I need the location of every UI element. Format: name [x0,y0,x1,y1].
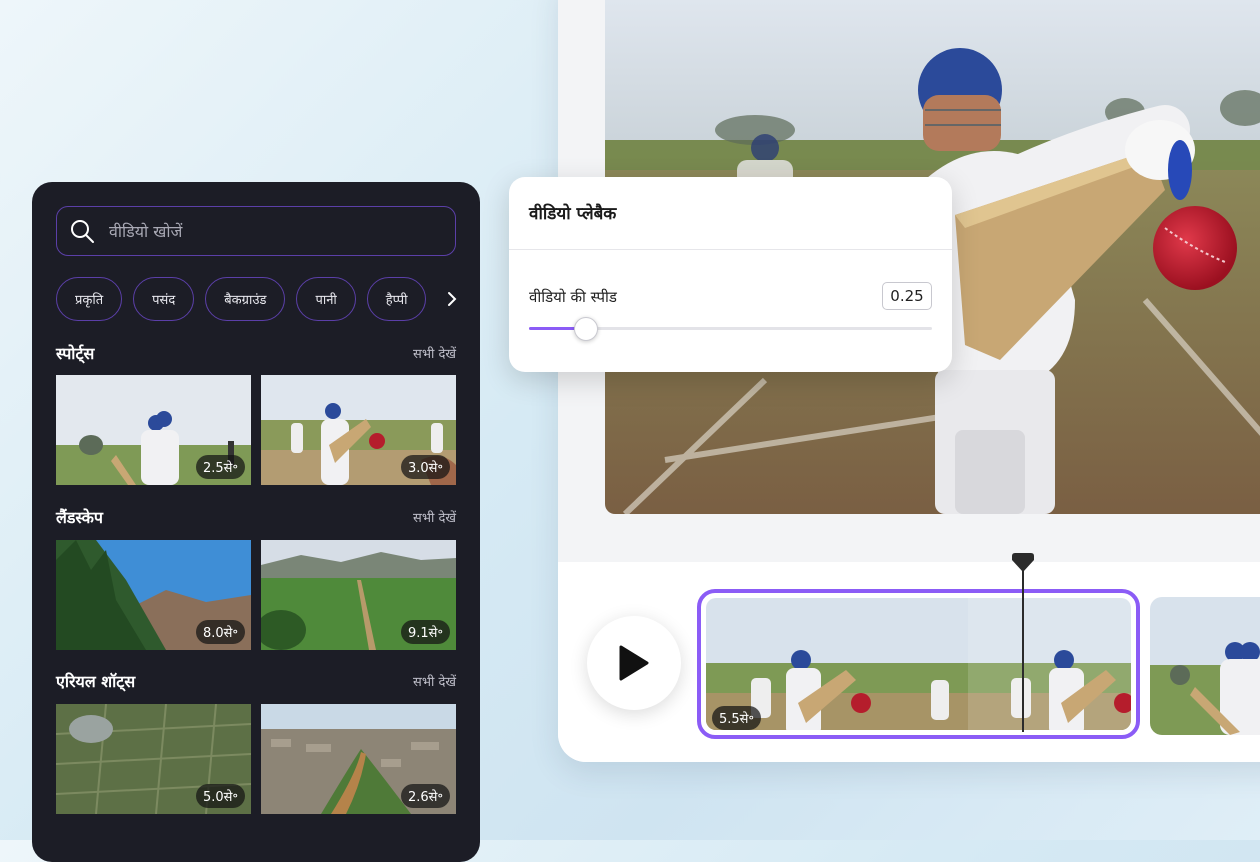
play-icon [619,645,649,681]
video-thumb[interactable]: 2.5से॰ [56,375,251,485]
chip-happy[interactable]: हैप्पी [366,277,427,321]
see-all-landscape-link[interactable]: सभी देखें [413,508,456,526]
chip-favorite[interactable]: पसंद [133,277,195,321]
divider [509,249,952,250]
media-library-panel: प्रकृति पसंद बैकग्राउंड पानी हैप्पी स्पो… [32,182,480,862]
video-thumb[interactable]: 8.0से॰ [56,540,251,650]
duration-badge: 9.1से॰ [400,620,450,644]
see-all-sports-link[interactable]: सभी देखें [413,344,456,362]
video-thumb[interactable]: 2.6से॰ [261,704,456,814]
section-title-sports: स्पोर्ट्स [56,344,95,363]
section-title-aerial: एरियल शॉट्स [56,672,136,691]
duration-badge: 5.0से॰ [195,784,245,808]
chip-water[interactable]: पानी [296,277,356,321]
playback-popup: वीडियो प्लेबैक वीडियो की स्पीड 0.25 [509,177,952,372]
playhead-handle-icon[interactable] [1010,552,1036,574]
search-input[interactable] [107,220,431,242]
chevron-right-icon[interactable] [442,289,462,309]
duration-badge: 3.0से॰ [400,455,450,479]
play-button[interactable] [587,616,681,710]
see-all-aerial-link[interactable]: सभी देखें [413,672,456,690]
search-icon [71,220,94,243]
video-thumb[interactable]: 3.0से॰ [261,375,456,485]
video-thumb[interactable]: 9.1से॰ [261,540,456,650]
chip-background[interactable]: बैकग्राउंड [205,277,286,321]
video-thumb[interactable]: 5.0से॰ [56,704,251,814]
playhead[interactable] [1022,568,1024,732]
speed-label: वीडियो की स्पीड [529,288,617,306]
category-chips: प्रकृति पसंद बैकग्राउंड पानी हैप्पी [56,277,427,321]
timeline-clip-selected[interactable]: 5.5से॰ [697,589,1140,739]
popup-title: वीडियो प्लेबैक [529,204,617,224]
search-box[interactable] [56,206,456,256]
duration-badge: 2.6से॰ [400,784,450,808]
duration-badge: 2.5से॰ [195,455,245,479]
clip-duration-badge: 5.5से॰ [712,706,762,730]
duration-badge: 8.0से॰ [195,620,245,644]
speed-slider[interactable] [529,317,932,341]
section-title-landscape: लैंडस्केप [56,508,104,527]
speed-slider-thumb[interactable] [574,317,599,341]
timeline-clip-next[interactable] [1150,597,1260,735]
speed-value-input[interactable]: 0.25 [882,282,932,310]
chip-nature[interactable]: प्रकृति [56,277,123,321]
